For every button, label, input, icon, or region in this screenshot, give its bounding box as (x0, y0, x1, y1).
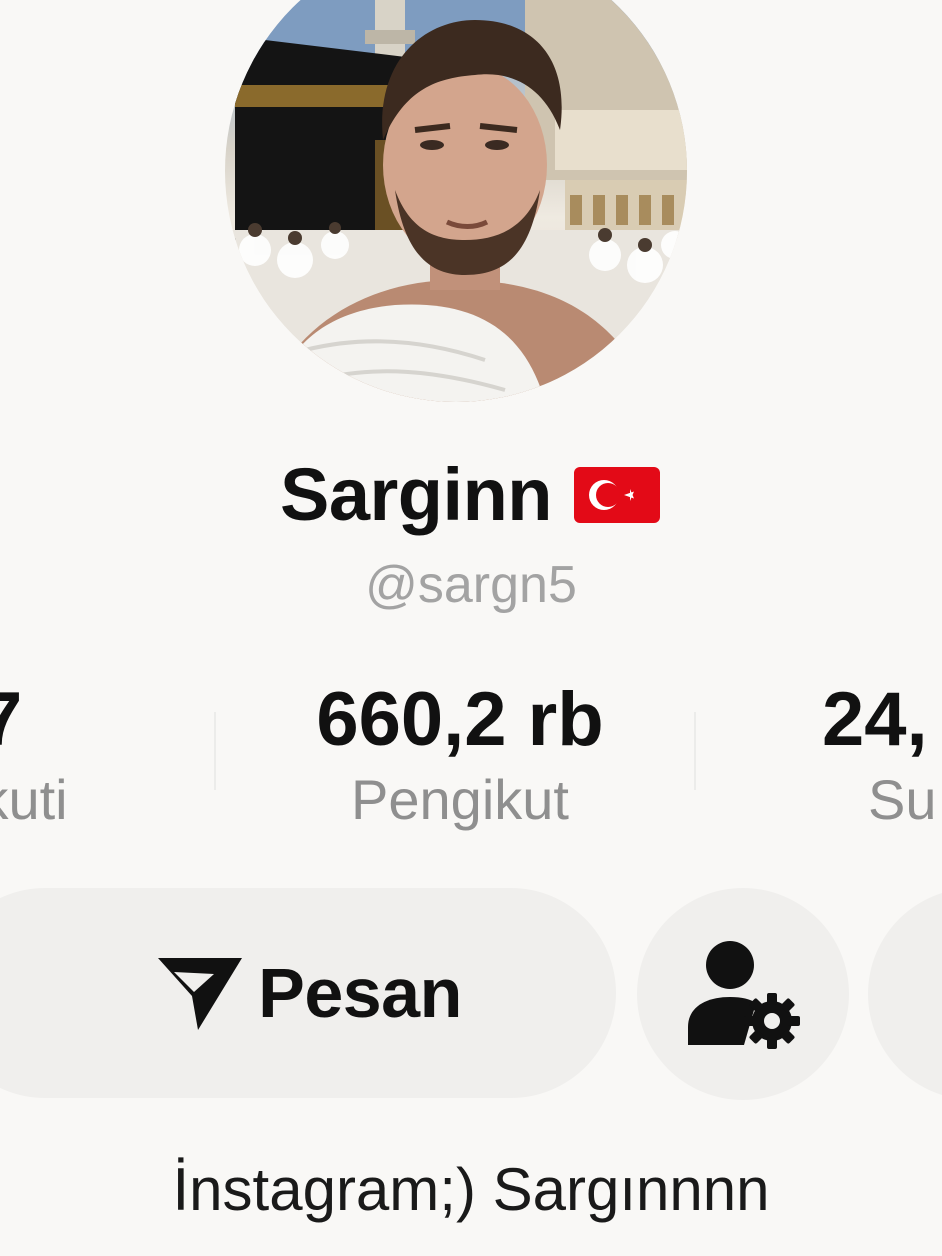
following-count: 7 (0, 677, 23, 762)
likes-label: Su (868, 768, 937, 831)
user-gear-icon (688, 941, 800, 1049)
display-name: Sarginn (280, 453, 552, 536)
stat-divider (694, 712, 696, 790)
avatar[interactable] (225, 0, 687, 402)
bio-line: İnstagram;) Sargınnnn (172, 1156, 770, 1223)
send-icon (158, 958, 243, 1030)
stat-likes[interactable]: 24, Su (822, 675, 942, 835)
followers-count: 660,2 rb (316, 677, 604, 762)
stat-divider (214, 712, 216, 790)
profile-photo (225, 0, 687, 402)
followers-label: Pengikut (351, 768, 569, 831)
likes-count: 24, (822, 677, 928, 762)
name-row: Sarginn (0, 455, 942, 535)
stat-following[interactable]: 7 ikuti (0, 675, 140, 835)
following-label: ikuti (0, 768, 68, 831)
stat-followers[interactable]: 660,2 rb Pengikut (270, 675, 650, 835)
profile-page: Sarginn @sargn5 7 ikuti 660,2 rb Pengiku… (0, 0, 942, 1256)
message-button-label: Pesan (258, 954, 462, 1032)
message-button[interactable]: Pesan (0, 888, 616, 1098)
turkey-flag-icon (573, 467, 660, 523)
username: @sargn5 (365, 556, 577, 614)
profile-options-button[interactable] (637, 888, 849, 1100)
more-button[interactable] (868, 888, 942, 1100)
